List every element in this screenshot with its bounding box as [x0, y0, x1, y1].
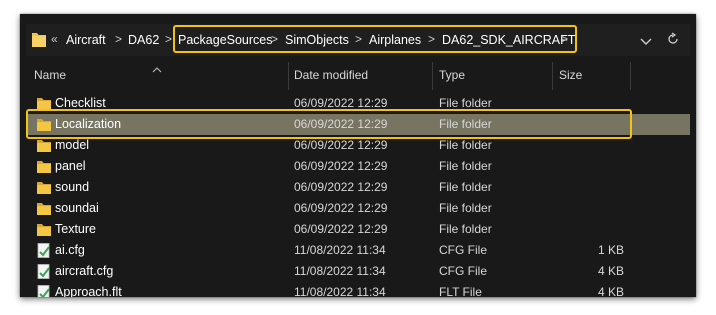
list-item[interactable]: sound 06/09/2022 12:29 File folder: [26, 177, 690, 198]
column-header-size[interactable]: Size: [559, 68, 582, 82]
chevron-right-icon[interactable]: >: [561, 31, 568, 47]
list-item[interactable]: Approach.flt 11/08/2022 11:34 FLT File 4…: [26, 282, 690, 297]
file-name: Approach.flt: [55, 285, 122, 297]
column-header-date-modified[interactable]: Date modified: [294, 68, 368, 82]
file-type: File folder: [439, 201, 492, 215]
file-name: Texture: [55, 222, 96, 236]
file-type: FLT File: [439, 285, 482, 297]
list-item[interactable]: aircraft.cfg 11/08/2022 11:34 CFG File 4…: [26, 261, 690, 282]
folder-icon: [36, 180, 52, 195]
file-type: File folder: [439, 138, 492, 152]
file-size: 4 KB: [597, 264, 624, 278]
chevron-right-icon[interactable]: >: [428, 31, 435, 47]
file-type: CFG File: [439, 243, 487, 257]
file-name: panel: [55, 159, 86, 173]
file-date: 06/09/2022 12:29: [294, 222, 388, 236]
column-divider[interactable]: [288, 62, 289, 90]
list-item[interactable]: ai.cfg 11/08/2022 11:34 CFG File 1 KB: [26, 240, 690, 261]
flt-file-icon: [36, 285, 52, 297]
breadcrumb-overflow[interactable]: «: [51, 31, 58, 47]
file-type: File folder: [439, 159, 492, 173]
file-date: 11/08/2022 11:34: [294, 264, 386, 278]
file-type: CFG File: [439, 264, 487, 278]
breadcrumb-da62[interactable]: DA62: [128, 32, 159, 48]
file-type: File folder: [439, 222, 492, 236]
breadcrumb-da62-sdk-aircraft[interactable]: DA62_SDK_AIRCRAFT: [442, 32, 575, 48]
file-size: 4 KB: [597, 285, 624, 297]
breadcrumb-simobjects[interactable]: SimObjects: [285, 32, 349, 48]
chevron-right-icon[interactable]: >: [115, 31, 122, 47]
chevron-right-icon[interactable]: >: [165, 31, 172, 47]
file-date: 06/09/2022 12:29: [294, 159, 388, 173]
chevron-down-icon[interactable]: [640, 34, 652, 45]
file-date: 11/08/2022 11:34: [294, 243, 386, 257]
breadcrumb-airplanes[interactable]: Airplanes: [369, 32, 421, 48]
file-date: 11/08/2022 11:34: [294, 285, 386, 297]
cfg-file-icon: [36, 264, 52, 279]
file-name: ai.cfg: [55, 243, 85, 257]
file-date: 06/09/2022 12:29: [294, 180, 388, 194]
column-header-name[interactable]: Name: [34, 68, 66, 82]
breadcrumb-aircraft[interactable]: Aircraft: [66, 32, 106, 48]
folder-icon: [36, 222, 52, 237]
breadcrumb-packagesources[interactable]: PackageSources: [178, 32, 273, 48]
file-name: sound: [55, 180, 90, 194]
list-item[interactable]: panel 06/09/2022 12:29 File folder: [26, 156, 690, 177]
folder-icon: [32, 32, 46, 47]
column-divider[interactable]: [630, 62, 631, 90]
cfg-file-icon: [36, 243, 52, 258]
list-item[interactable]: model 06/09/2022 12:29 File folder: [26, 135, 690, 156]
file-size: 1 KB: [597, 243, 624, 257]
chevron-right-icon[interactable]: >: [271, 31, 278, 47]
file-name: model: [55, 138, 90, 152]
column-divider[interactable]: [552, 62, 553, 90]
file-type: File folder: [439, 180, 492, 194]
chevron-right-icon[interactable]: >: [355, 31, 362, 47]
folder-icon: [36, 138, 52, 153]
column-divider[interactable]: [432, 62, 433, 90]
file-explorer-window: « Aircraft > DA62 > PackageSources > Sim…: [20, 14, 696, 297]
refresh-icon[interactable]: [666, 32, 680, 46]
address-bar[interactable]: « Aircraft > DA62 > PackageSources > Sim…: [26, 24, 690, 56]
file-date: 06/09/2022 12:29: [294, 201, 388, 215]
folder-icon: [36, 201, 52, 216]
column-header-type[interactable]: Type: [439, 68, 465, 82]
file-name: soundai: [55, 201, 99, 215]
sort-ascending-icon: [152, 60, 162, 73]
file-date: 06/09/2022 12:29: [294, 138, 388, 152]
folder-icon: [36, 159, 52, 174]
list-item[interactable]: soundai 06/09/2022 12:29 File folder: [26, 198, 690, 219]
file-name: aircraft.cfg: [55, 264, 114, 278]
list-item[interactable]: Texture 06/09/2022 12:29 File folder: [26, 219, 690, 240]
